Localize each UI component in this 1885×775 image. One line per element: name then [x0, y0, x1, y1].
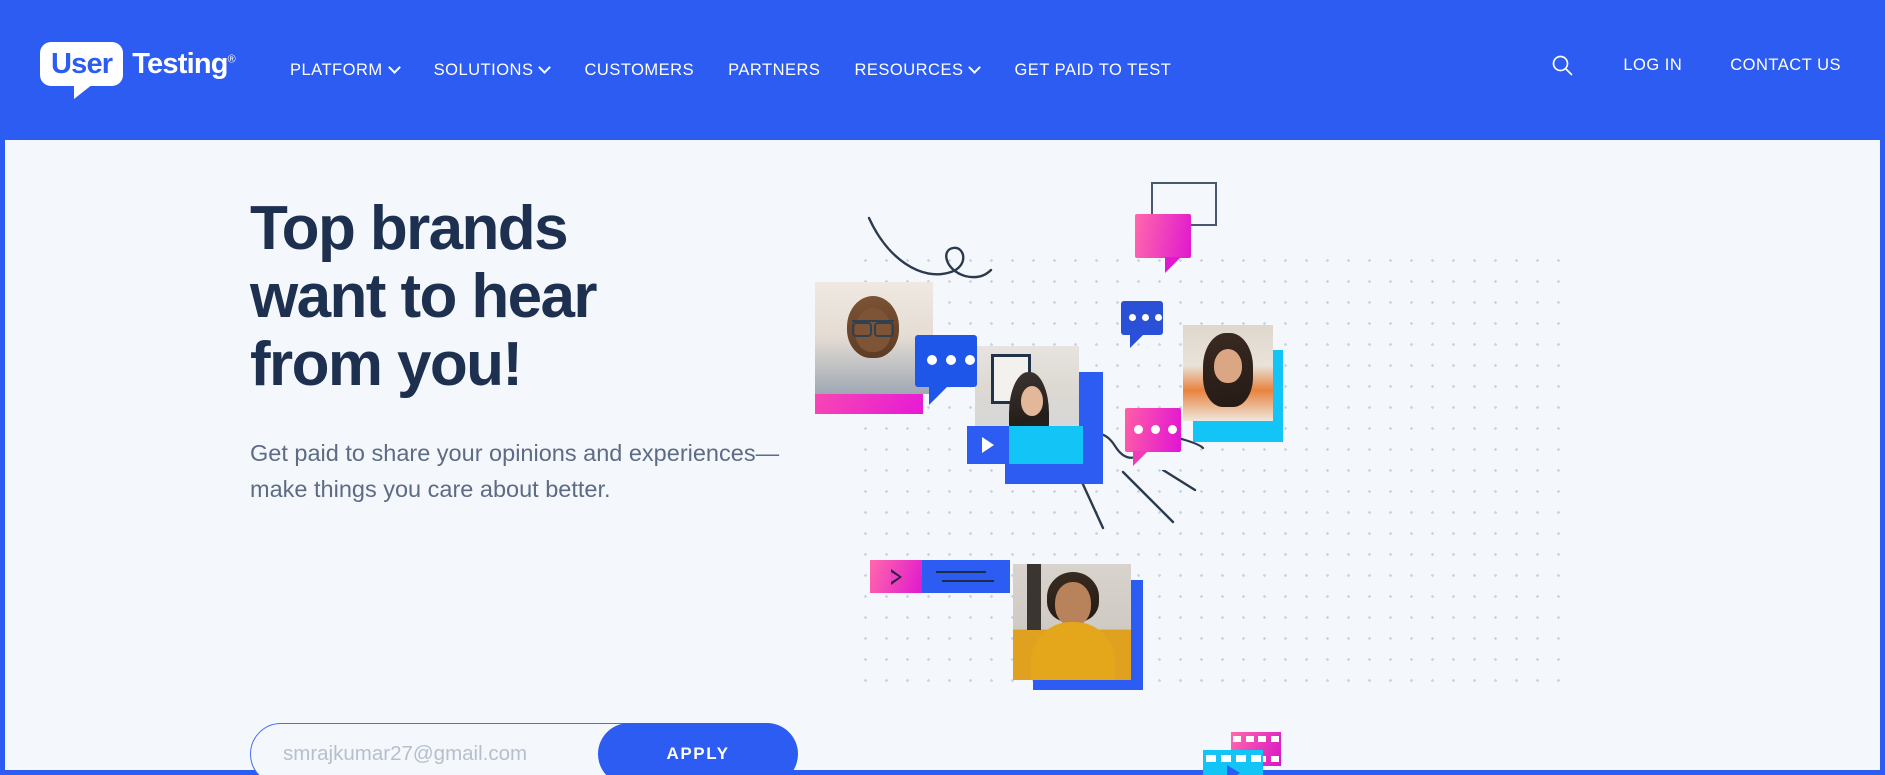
logo-speech-bubble-icon: User [40, 42, 124, 99]
avatar [1055, 582, 1091, 626]
play-outline-icon [870, 560, 922, 593]
usertesting-logo[interactable]: User Testing® [40, 40, 236, 99]
page-viewport: User Testing® PLATFORM SOLUTIONS CUSTOME… [0, 0, 1885, 775]
nav-item-partners[interactable]: PARTNERS [728, 55, 820, 86]
play-icon [1227, 765, 1240, 775]
headline-line-1: Top brands [250, 194, 569, 263]
hero-illustration [795, 170, 1795, 775]
film-strip-cyan [1203, 750, 1263, 775]
chevron-down-icon [970, 63, 980, 73]
hero-section: Top brands want to hear from you! Get pa… [5, 140, 1880, 775]
play-icon [967, 426, 1009, 464]
speech-bubble-pink-bottom [1125, 408, 1181, 466]
hero-subheadline: Get paid to share your opinions and expe… [250, 440, 780, 502]
video-player-bar[interactable] [967, 426, 1083, 464]
avatar [1214, 349, 1242, 383]
chevron-down-icon [540, 63, 550, 73]
nav-item-customers[interactable]: CUSTOMERS [584, 55, 694, 86]
nav-label-resources: RESOURCES [854, 60, 964, 79]
typing-dots-icon [1129, 314, 1162, 321]
email-input[interactable] [251, 725, 551, 775]
page-title: Top brands want to hear from you! [250, 195, 870, 399]
nav-label-platform: PLATFORM [290, 60, 383, 79]
top-navigation-bar: User Testing® PLATFORM SOLUTIONS CUSTOME… [0, 0, 1885, 140]
typing-dots-icon [1134, 425, 1177, 434]
nav-label-solutions: SOLUTIONS [433, 60, 534, 79]
headline-line-2: want to hear [250, 262, 598, 331]
typing-dots-icon [927, 355, 975, 365]
secondary-nav-links: LOG IN CONTACT US [1547, 0, 1841, 130]
media-text-lines [922, 560, 1010, 593]
squiggle-line-top [867, 216, 993, 279]
video-progress-track [1009, 426, 1083, 464]
media-list-bar[interactable] [870, 560, 1010, 593]
speech-bubble-blue-large [915, 335, 977, 405]
nav-item-solutions[interactable]: SOLUTIONS [434, 55, 551, 86]
speech-bubble-pink-top [1135, 214, 1191, 273]
apply-button[interactable]: APPLY [598, 723, 798, 775]
nav-item-platform[interactable]: PLATFORM [290, 55, 400, 86]
shirt-shape [1031, 622, 1115, 680]
hero-copy-block: Top brands want to hear from you! Get pa… [250, 195, 870, 507]
primary-nav-links: PLATFORM SOLUTIONS CUSTOMERS PARTNERS RE… [290, 0, 1205, 140]
logo-word-testing: Testing® [132, 47, 236, 80]
chevron-down-icon [390, 63, 400, 73]
participant-woman-curly [1183, 325, 1273, 421]
participant-man-yellow-shirt [1013, 564, 1131, 680]
logo-registered-mark: ® [227, 52, 236, 65]
speech-bubble-blue-small [1121, 301, 1163, 348]
search-icon[interactable] [1547, 50, 1577, 80]
nav-item-log-in[interactable]: LOG IN [1623, 50, 1682, 81]
headline-line-3: from you! [250, 330, 523, 399]
glasses-icon [852, 320, 894, 337]
nav-item-get-paid-to-test[interactable]: GET PAID TO TEST [1014, 55, 1171, 86]
avatar [1021, 386, 1043, 416]
nav-item-contact-us[interactable]: CONTACT US [1730, 50, 1841, 81]
logo-word-user: User [51, 47, 113, 80]
nav-item-resources[interactable]: RESOURCES [854, 55, 980, 86]
signup-form: APPLY [250, 723, 798, 775]
